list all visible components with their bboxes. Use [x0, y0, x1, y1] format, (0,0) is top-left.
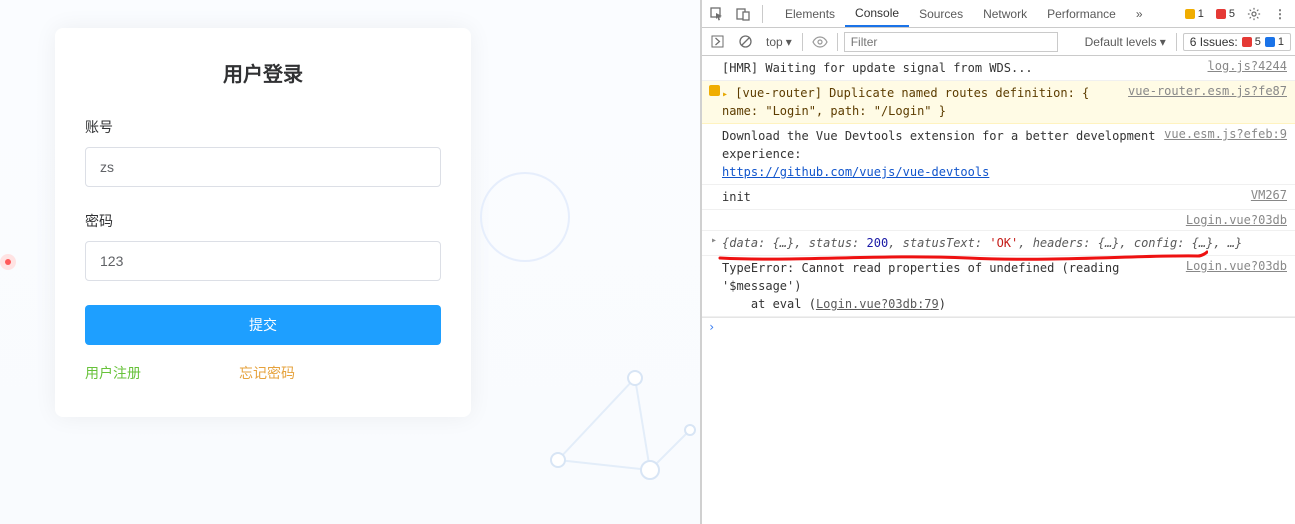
separator: [837, 33, 838, 51]
inspect-element-icon[interactable]: [706, 3, 728, 25]
filter-input[interactable]: [844, 32, 1058, 52]
log-source-link[interactable]: vue.esm.js?efeb:9: [1156, 127, 1287, 141]
tabs-overflow-icon[interactable]: »: [1126, 1, 1153, 27]
topbar-warning-badge[interactable]: 1: [1181, 7, 1208, 21]
log-source-link[interactable]: log.js?4244: [1200, 59, 1287, 73]
context-label: top: [766, 35, 783, 49]
issues-button[interactable]: 6 Issues: 5 1: [1183, 33, 1291, 51]
chevron-down-icon: ▾: [1160, 35, 1166, 49]
issues-error-count: 5: [1255, 36, 1261, 48]
console-row[interactable]: init VM267: [702, 185, 1295, 210]
tab-network[interactable]: Network: [973, 1, 1037, 27]
log-source-link[interactable]: VM267: [1243, 188, 1287, 202]
account-input[interactable]: [85, 147, 441, 187]
issues-label: 6 Issues:: [1190, 35, 1238, 49]
console-row-warning[interactable]: ▸ [vue-router] Duplicate named routes de…: [702, 81, 1295, 124]
separator: [802, 33, 803, 51]
topbar-error-badge[interactable]: 5: [1212, 7, 1239, 21]
inline-source-link[interactable]: Login.vue?03db:79: [816, 297, 939, 311]
log-source-link[interactable]: vue-router.esm.js?fe87: [1120, 84, 1287, 98]
toggle-sidebar-icon[interactable]: [706, 31, 728, 53]
log-message: Download the Vue Devtools extension for …: [722, 127, 1156, 181]
console-log-area: [HMR] Waiting for update signal from WDS…: [702, 56, 1295, 524]
row-gutter: ▸: [706, 234, 722, 246]
devtools-topbar: Elements Console Sources Network Perform…: [702, 0, 1295, 28]
account-label: 账号: [85, 117, 441, 137]
inline-link[interactable]: https://github.com/vuejs/vue-devtools: [722, 165, 989, 179]
row-gutter: [706, 59, 722, 60]
clear-console-icon[interactable]: [734, 31, 756, 53]
warning-icon: [709, 85, 720, 96]
issues-info-count: 1: [1278, 36, 1284, 48]
console-row[interactable]: Download the Vue Devtools extension for …: [702, 124, 1295, 185]
log-levels-label: Default levels: [1085, 35, 1157, 49]
row-gutter: [706, 84, 722, 96]
separator: [1176, 33, 1177, 51]
password-input[interactable]: [85, 241, 441, 281]
log-message: [HMR] Waiting for update signal from WDS…: [722, 59, 1200, 77]
form-links: 用户注册 忘记密码: [85, 363, 441, 383]
decoration-circle: [480, 172, 570, 262]
tab-sources[interactable]: Sources: [909, 1, 973, 27]
log-error-message: TypeError: Cannot read properties of und…: [722, 259, 1178, 313]
chevron-down-icon: ▾: [786, 35, 792, 49]
live-expression-icon[interactable]: [809, 31, 831, 53]
decoration-dot-red: [0, 254, 16, 270]
login-title: 用户登录: [85, 58, 441, 87]
decoration-graph: [540, 370, 700, 520]
devtools-panel: Elements Console Sources Network Perform…: [700, 0, 1295, 524]
console-row[interactable]: [HMR] Waiting for update signal from WDS…: [702, 56, 1295, 81]
password-label: 密码: [85, 211, 441, 231]
console-toolbar: top ▾ Default levels ▾ 6 Issues: 5 1: [702, 28, 1295, 56]
device-toolbar-icon[interactable]: [732, 3, 754, 25]
console-row[interactable]: Login.vue?03db: [702, 210, 1295, 231]
log-levels-selector[interactable]: Default levels ▾: [1081, 35, 1170, 49]
more-options-icon[interactable]: ⋮: [1269, 3, 1291, 25]
devtools-tabs: Elements Console Sources Network Perform…: [775, 1, 1153, 27]
log-source-link[interactable]: Login.vue?03db: [1178, 213, 1287, 227]
login-card: 用户登录 账号 密码 提交 用户注册 忘记密码: [55, 28, 471, 417]
tab-performance[interactable]: Performance: [1037, 1, 1126, 27]
expand-icon[interactable]: ▸: [711, 235, 717, 246]
log-message: ▸ [vue-router] Duplicate named routes de…: [722, 84, 1120, 120]
console-prompt[interactable]: ›: [702, 317, 1295, 336]
page-background: 用户登录 账号 密码 提交 用户注册 忘记密码: [0, 0, 700, 524]
row-gutter: [706, 213, 722, 214]
annotation-underline: [718, 250, 1208, 266]
log-message: init: [722, 188, 1243, 206]
context-selector[interactable]: top ▾: [762, 35, 796, 49]
register-link[interactable]: 用户注册: [85, 363, 141, 383]
expand-icon[interactable]: ▸: [722, 89, 728, 100]
submit-button[interactable]: 提交: [85, 305, 441, 345]
tab-elements[interactable]: Elements: [775, 1, 845, 27]
forgot-password-link[interactable]: 忘记密码: [239, 363, 295, 383]
separator: [762, 5, 763, 23]
tab-console[interactable]: Console: [845, 1, 909, 27]
row-gutter: [706, 127, 722, 128]
row-gutter: [706, 188, 722, 189]
settings-icon[interactable]: [1243, 3, 1265, 25]
